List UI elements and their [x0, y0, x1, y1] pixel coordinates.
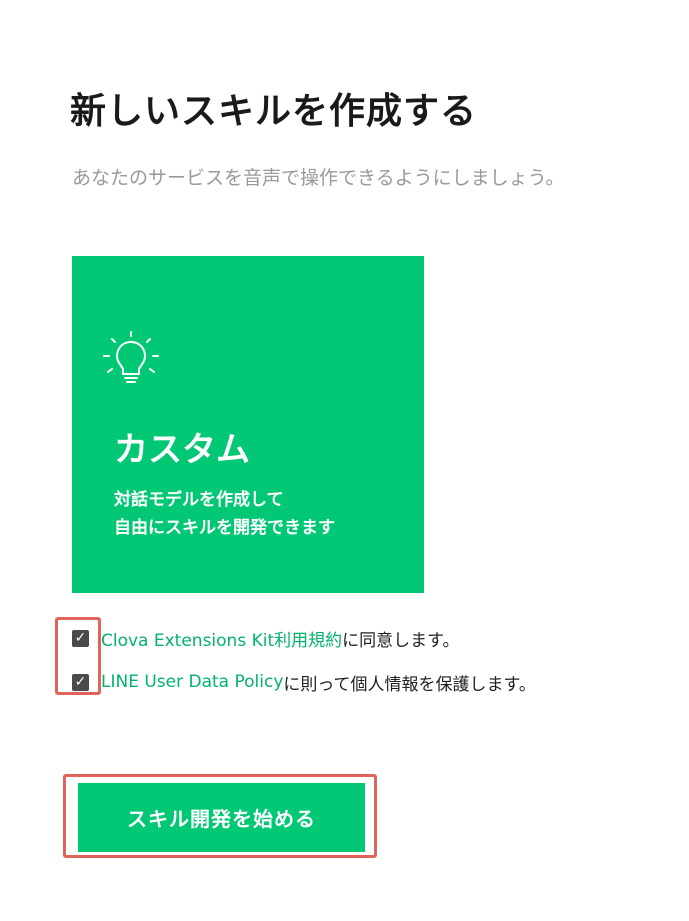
card-description: 対話モデルを作成して 自由にスキルを開発できます — [114, 486, 335, 542]
agreement-row-policy: ✓ LINE User Data Policy に則って個人情報を保護します。 — [72, 670, 536, 695]
policy-link[interactable]: LINE User Data Policy — [101, 672, 283, 692]
card-desc-line-1: 対話モデルを作成して — [114, 490, 284, 510]
policy-suffix-text: に則って個人情報を保護します。 — [283, 674, 536, 695]
custom-skill-card[interactable]: カスタム 対話モデルを作成して 自由にスキルを開発できます — [72, 256, 424, 593]
agreement-row-terms: ✓ Clova Extensions Kit利用規約 に同意します。 — [72, 626, 460, 651]
card-title: カスタム — [114, 430, 250, 470]
terms-link[interactable]: Clova Extensions Kit利用規約 — [101, 626, 342, 651]
create-skill-page: 新しいスキルを作成する あなたのサービスを音声で操作できるようにしましょう。 カ… — [0, 0, 689, 921]
page-subtitle: あなたのサービスを音声で操作できるようにしましょう。 — [72, 167, 565, 189]
lightbulb-icon — [103, 331, 159, 383]
page-title: 新しいスキルを作成する — [70, 91, 478, 132]
terms-suffix-text: に同意します。 — [342, 630, 460, 651]
policy-checkbox[interactable]: ✓ — [72, 673, 89, 691]
card-desc-line-2: 自由にスキルを開発できます — [114, 518, 335, 538]
terms-checkbox[interactable]: ✓ — [72, 629, 89, 647]
start-skill-development-button[interactable]: スキル開発を始める — [78, 783, 365, 852]
